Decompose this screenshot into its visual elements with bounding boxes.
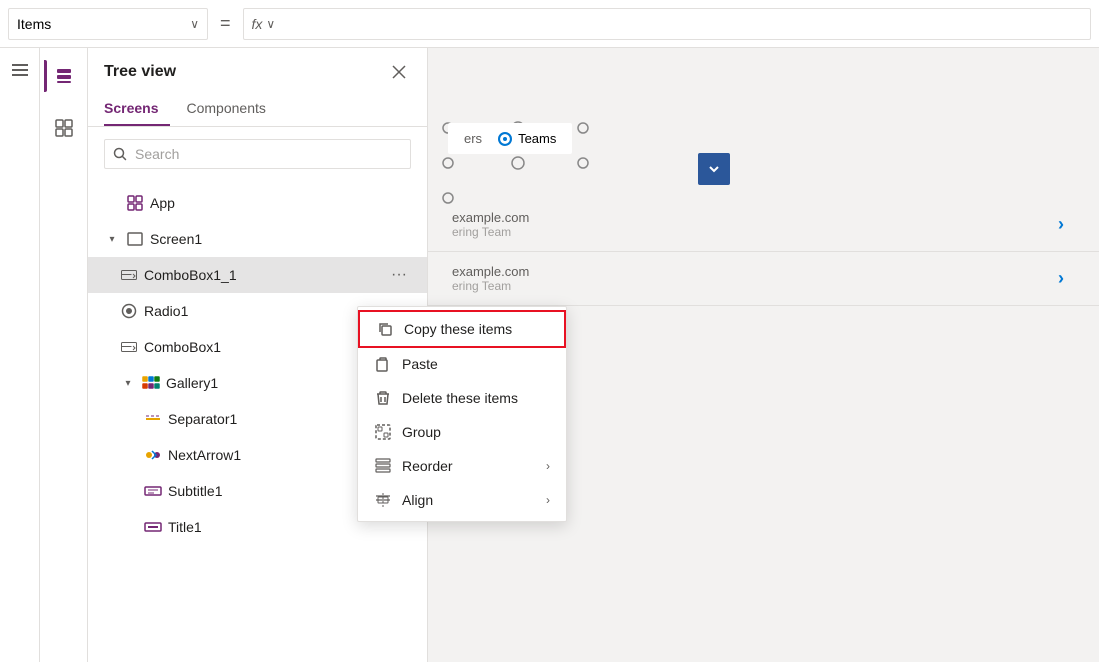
tree-item-combobox1-1[interactable]: ComboBox1_1 ··· [88, 257, 427, 293]
combobox-icon-2 [120, 338, 138, 356]
combobox-icon [120, 266, 138, 284]
list-item-2-text: example.com ering Team [452, 264, 1047, 293]
context-menu-copy[interactable]: Copy these items [358, 310, 566, 348]
nextarrow-icon [144, 446, 162, 464]
context-menu-paste[interactable]: Paste [358, 347, 566, 381]
items-dropdown[interactable]: Items ∨ [8, 8, 208, 40]
reorder-icon [374, 457, 392, 475]
tree-title: Tree view [104, 63, 176, 81]
tab-screens[interactable]: Screens [104, 92, 170, 126]
list-item-2[interactable]: example.com ering Team › [428, 252, 1099, 306]
screen-icon [126, 230, 144, 248]
dropdown-arrow-icon: ∨ [190, 17, 199, 31]
separator-icon [144, 410, 162, 428]
sidebar-icons [40, 48, 88, 662]
context-menu-delete[interactable]: Delete these items [358, 381, 566, 415]
align-label: Align [402, 492, 536, 508]
sidebar-layers-icon[interactable] [44, 56, 84, 96]
list-item-1-text: example.com ering Team [452, 210, 1047, 239]
fx-label: fx [252, 16, 263, 32]
hamburger-icon[interactable] [8, 60, 32, 80]
group-icon [374, 423, 392, 441]
list-item-1-title: example.com [452, 210, 1047, 225]
radio-teams-label: Teams [518, 131, 556, 146]
context-menu-align[interactable]: Align › [358, 483, 566, 517]
radio-option-teams[interactable]: Teams [498, 131, 556, 146]
equals-icon: = [216, 13, 235, 34]
search-icon [113, 147, 127, 161]
context-menu-group[interactable]: Group [358, 415, 566, 449]
title-icon [144, 518, 162, 536]
subtitle-icon [144, 482, 162, 500]
align-icon [374, 491, 392, 509]
sidebar-components-icon[interactable] [44, 108, 84, 148]
screen1-label: Screen1 [150, 231, 411, 247]
reorder-label: Reorder [402, 458, 536, 474]
radio-selected-dot [498, 132, 512, 146]
app-label: App [150, 195, 411, 211]
list-item-1-arrow[interactable]: › [1047, 211, 1075, 239]
reorder-arrow-icon: › [546, 459, 550, 473]
dropdown-arrow-icon-2 [708, 163, 720, 175]
list-item-2-subtitle: ering Team [452, 279, 1047, 293]
radio-icon [120, 302, 138, 320]
tree-item-screen1[interactable]: ▾ Screen1 [88, 221, 427, 257]
dropdown-indicator[interactable] [698, 153, 730, 185]
tree-header: Tree view [88, 48, 427, 92]
delete-label: Delete these items [402, 390, 550, 406]
tree-search-box[interactable] [104, 139, 411, 169]
tree-close-button[interactable] [387, 60, 411, 84]
expand-placeholder [104, 195, 120, 211]
list-item-1[interactable]: example.com ering Team › [428, 198, 1099, 252]
tree-tabs: Screens Components [88, 92, 427, 127]
combobox1-1-label: ComboBox1_1 [144, 267, 381, 283]
screen1-expand-icon[interactable]: ▾ [104, 231, 120, 247]
left-nav [0, 48, 40, 662]
radio-bar: ers Teams [448, 123, 572, 154]
tree-item-app[interactable]: App [88, 185, 427, 221]
list-item-2-arrow[interactable]: › [1047, 265, 1075, 293]
align-arrow-icon: › [546, 493, 550, 507]
search-input[interactable] [135, 146, 402, 162]
paste-label: Paste [402, 356, 550, 372]
copy-icon [376, 320, 394, 338]
list-items: example.com ering Team › example.com eri… [428, 198, 1099, 306]
items-dropdown-label: Items [17, 16, 190, 32]
list-item-2-title: example.com [452, 264, 1047, 279]
formula-bar[interactable]: fx ∨ [243, 8, 1091, 40]
gallery-icon [142, 374, 160, 392]
top-bar: Items ∨ = fx ∨ [0, 0, 1099, 48]
copy-label: Copy these items [404, 321, 548, 337]
fx-arrow-icon: ∨ [266, 17, 275, 31]
context-menu: Copy these items Paste Delete these item… [357, 306, 567, 522]
group-label: Group [402, 424, 550, 440]
more-options-icon[interactable]: ··· [387, 264, 411, 286]
radio-option-label-prev: ers [464, 131, 482, 146]
app-icon [126, 194, 144, 212]
paste-icon [374, 355, 392, 373]
gallery1-expand-icon[interactable]: ▾ [120, 375, 136, 391]
tab-components[interactable]: Components [186, 92, 277, 126]
list-item-1-subtitle: ering Team [452, 225, 1047, 239]
delete-icon [374, 389, 392, 407]
context-menu-reorder[interactable]: Reorder › [358, 449, 566, 483]
